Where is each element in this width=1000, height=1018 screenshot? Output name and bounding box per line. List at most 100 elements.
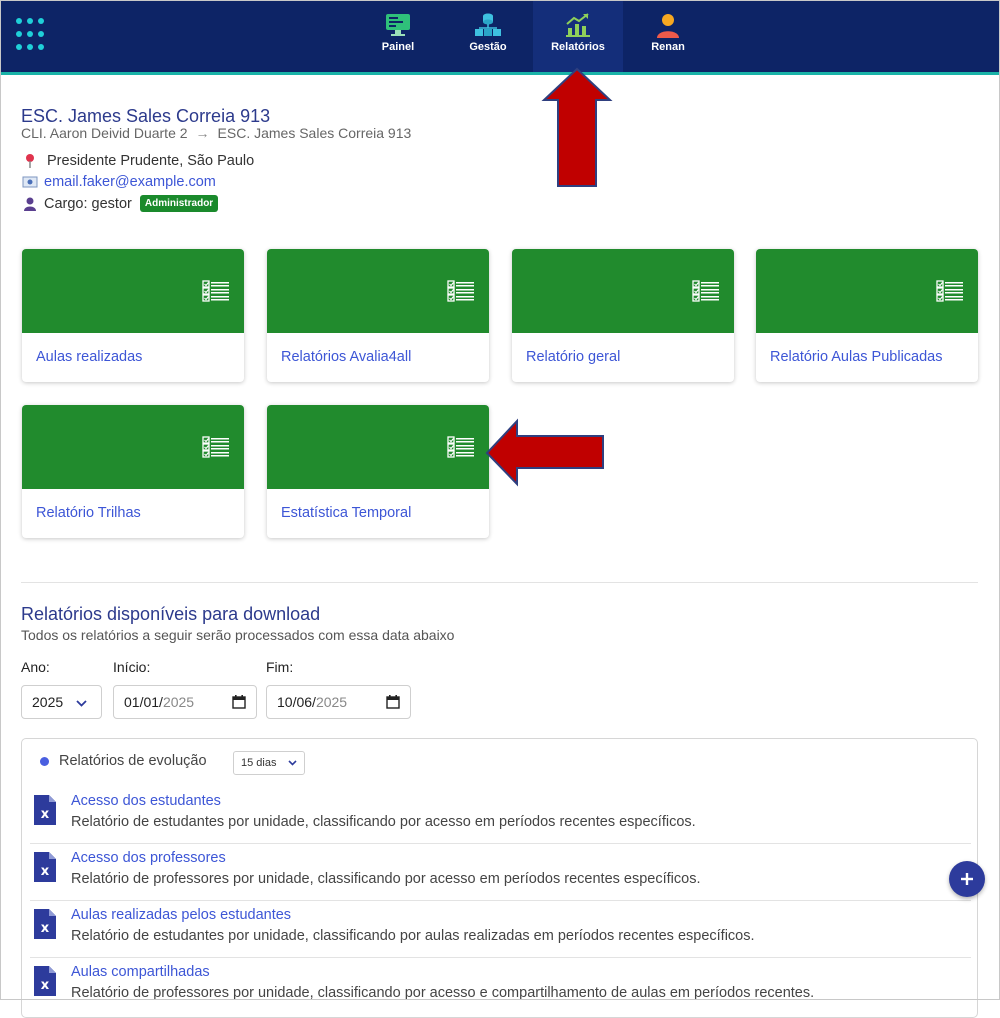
report-item[interactable]: x Aulas realizadas pelos estudantes Rela… — [22, 901, 975, 958]
report-title[interactable]: Aulas compartilhadas — [71, 964, 210, 980]
nav-user[interactable]: Renan — [623, 0, 713, 72]
calendar-icon[interactable] — [386, 695, 400, 709]
end-label: Fim: — [266, 659, 294, 675]
year-label: Ano: — [21, 659, 50, 675]
annotation-arrow-left — [485, 418, 604, 487]
card-header — [267, 249, 489, 333]
card-relatorio-geral[interactable]: Relatório geral — [512, 249, 734, 382]
nav-painel-label: Painel — [381, 41, 415, 53]
nav-relatorios[interactable]: Relatórios — [533, 0, 623, 72]
add-fab-button[interactable] — [949, 861, 985, 897]
svg-text:x: x — [41, 978, 50, 993]
chart-growth-icon — [566, 13, 590, 37]
card-relatorio-trilhas[interactable]: Relatório Trilhas — [22, 405, 244, 538]
email-link[interactable]: email.faker@example.com — [44, 174, 216, 190]
card-label: Relatório Trilhas — [36, 505, 141, 521]
excel-file-icon: x — [34, 909, 56, 939]
start-date-year: 2025 — [162, 694, 195, 710]
report-title[interactable]: Acesso dos estudantes — [71, 793, 221, 809]
role-text: Cargo: gestor — [44, 195, 132, 212]
user-avatar-icon — [657, 14, 679, 38]
plus-icon — [961, 873, 973, 885]
location-text: Presidente Prudente, São Paulo — [47, 153, 255, 169]
evolution-label: Relatórios de evolução — [59, 753, 207, 769]
card-header — [512, 249, 734, 333]
email-line: email.faker@example.com — [22, 174, 216, 190]
nav-user-label: Renan — [651, 41, 685, 53]
downloads-title: Relatórios disponíveis para download — [21, 604, 321, 624]
checklist-icon — [202, 436, 229, 458]
checklist-icon — [936, 280, 963, 302]
chevron-down-icon — [288, 760, 297, 766]
report-description: Relatório de estudantes por unidade, cla… — [71, 814, 696, 830]
report-title[interactable]: Aulas realizadas pelos estudantes — [71, 907, 291, 923]
evolution-reports-panel: Relatórios de evolução 15 dias x Acesso … — [21, 738, 978, 1018]
nav-painel[interactable]: Painel — [353, 0, 443, 72]
svg-text:x: x — [41, 807, 50, 822]
card-header — [756, 249, 978, 333]
report-item[interactable]: x Acesso dos estudantes Relatório de est… — [22, 787, 975, 844]
role-badge: Administrador — [139, 195, 219, 212]
calendar-icon[interactable] — [232, 695, 246, 709]
apps-grid-icon[interactable] — [16, 18, 50, 52]
svg-text:x: x — [41, 864, 50, 879]
checklist-icon — [202, 280, 229, 302]
bullet-icon — [40, 757, 49, 766]
card-label: Relatório Aulas Publicadas — [770, 349, 943, 365]
report-description: Relatório de professores por unidade, cl… — [71, 871, 701, 887]
location-line: Presidente Prudente, São Paulo — [22, 153, 254, 169]
breadcrumb-item[interactable]: ESC. James Sales Correia 913 — [218, 125, 412, 141]
card-estatistica-temporal[interactable]: Estatística Temporal — [267, 405, 489, 538]
start-date-day-month: 01/01/ — [124, 694, 163, 710]
user-icon — [24, 197, 36, 211]
svg-text:x: x — [41, 921, 50, 936]
start-label: Início: — [113, 659, 151, 675]
page-title: ESC. James Sales Correia 913 — [21, 106, 271, 126]
end-date-day-month: 10/06/ — [277, 694, 316, 710]
monitor-icon — [386, 14, 410, 36]
period-value: 15 dias — [241, 757, 277, 769]
checklist-icon — [692, 280, 719, 302]
report-item[interactable]: x Aulas compartilhadas Relatório de prof… — [22, 958, 975, 1015]
chevron-down-icon — [76, 700, 87, 707]
checklist-icon — [447, 436, 474, 458]
hierarchy-icon — [475, 13, 501, 36]
email-card-icon — [22, 176, 38, 188]
breadcrumb-separator: → — [195, 125, 210, 141]
nav-gestao-label: Gestão — [469, 41, 507, 53]
downloads-subtitle: Todos os relatórios a seguir serão proce… — [21, 627, 455, 643]
card-label: Relatórios Avalia4all — [281, 349, 412, 365]
breadcrumb-item[interactable]: CLI. Aaron Deivid Duarte 2 — [21, 125, 188, 141]
year-select[interactable]: 2025 — [21, 685, 102, 719]
end-date-year: 2025 — [315, 694, 348, 710]
card-header — [267, 405, 489, 489]
year-value: 2025 — [32, 694, 64, 710]
nav-relatorios-label: Relatórios — [551, 41, 605, 53]
card-relatorios-avalia4all[interactable]: Relatórios Avalia4all — [267, 249, 489, 382]
end-date-input[interactable]: 10/06/2025 — [266, 685, 411, 719]
report-description: Relatório de professores por unidade, cl… — [71, 985, 815, 1001]
top-navbar: Painel Gestão Relatórios Renan — [0, 0, 1000, 75]
card-relatorio-aulas-publicadas[interactable]: Relatório Aulas Publicadas — [756, 249, 978, 382]
nav-gestao[interactable]: Gestão — [443, 0, 533, 72]
period-select[interactable]: 15 dias — [233, 751, 305, 775]
report-description: Relatório de estudantes por unidade, cla… — [71, 928, 755, 944]
card-header — [22, 249, 244, 333]
excel-file-icon: x — [34, 966, 56, 996]
role-line: Cargo: gestor Administrador — [22, 195, 219, 212]
card-aulas-realizadas[interactable]: Aulas realizadas — [22, 249, 244, 382]
excel-file-icon: x — [34, 852, 56, 882]
report-title[interactable]: Acesso dos professores — [71, 850, 226, 866]
card-label: Relatório geral — [526, 349, 621, 365]
start-date-input[interactable]: 01/01/2025 — [113, 685, 257, 719]
map-pin-icon — [26, 154, 34, 168]
card-label: Estatística Temporal — [281, 505, 412, 521]
excel-file-icon: x — [34, 795, 56, 825]
annotation-arrow-up — [541, 67, 613, 187]
card-label: Aulas realizadas — [36, 349, 143, 365]
report-item[interactable]: x Acesso dos professores Relatório de pr… — [22, 844, 975, 901]
checklist-icon — [447, 280, 474, 302]
section-divider — [21, 582, 978, 583]
breadcrumb: CLI. Aaron Deivid Duarte 2 → ESC. James Sa… — [21, 125, 411, 141]
card-header — [22, 405, 244, 489]
